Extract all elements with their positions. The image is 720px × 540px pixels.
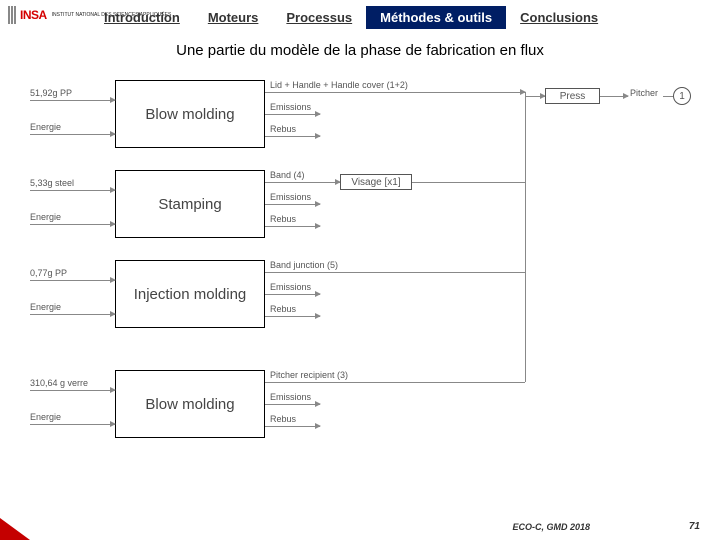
p4-output3: Rebus <box>270 414 296 424</box>
p1-output3: Rebus <box>270 124 296 134</box>
tab-moteurs[interactable]: Moteurs <box>194 7 273 28</box>
p3-input2: Energie <box>30 302 61 312</box>
process-blow-molding-1: Blow molding <box>115 80 265 148</box>
p2-input2: Energie <box>30 212 61 222</box>
p1-output2: Emissions <box>270 102 311 112</box>
p3-output2: Emissions <box>270 282 311 292</box>
nav-tabs: Introduction Moteurs Processus Méthodes … <box>90 6 612 29</box>
p1-input2: Energie <box>30 122 61 132</box>
p2-output1: Band (4) <box>270 170 305 180</box>
corner-decoration <box>0 518 30 540</box>
p4-output1: Pitcher recipient (3) <box>270 370 348 380</box>
logo-text: INSA <box>20 8 47 22</box>
p2-output2: Emissions <box>270 192 311 202</box>
pitcher-label: Pitcher <box>630 88 658 98</box>
footer-page-number: 71 <box>689 521 700 532</box>
p1-input1: 51,92g PP <box>30 88 72 98</box>
p1-output1: Lid + Handle + Handle cover (1+2) <box>270 80 408 90</box>
logo-bars-icon <box>8 6 16 24</box>
p4-input1: 310,64 g verre <box>30 378 88 388</box>
tab-introduction[interactable]: Introduction <box>90 7 194 28</box>
p2-input1: 5,33g steel <box>30 178 74 188</box>
flow-diagram: Blow molding 51,92g PP Energie Lid + Han… <box>30 70 690 490</box>
p3-input1: 0,77g PP <box>30 268 67 278</box>
tab-processus[interactable]: Processus <box>272 7 366 28</box>
tab-conclusions[interactable]: Conclusions <box>506 7 612 28</box>
process-stamping: Stamping <box>115 170 265 238</box>
p3-output1: Band junction (5) <box>270 260 338 270</box>
visage-box: Visage [x1] <box>340 174 412 190</box>
tab-methodes-outils[interactable]: Méthodes & outils <box>366 6 506 29</box>
p3-output3: Rebus <box>270 304 296 314</box>
process-injection-molding: Injection molding <box>115 260 265 328</box>
p4-input2: Energie <box>30 412 61 422</box>
process-blow-molding-2: Blow molding <box>115 370 265 438</box>
circle-1: 1 <box>673 87 691 105</box>
slide-subtitle: Une partie du modèle de la phase de fabr… <box>0 42 720 59</box>
p2-output3: Rebus <box>270 214 296 224</box>
p4-output2: Emissions <box>270 392 311 402</box>
footer-conference: ECO-C, GMD 2018 <box>512 522 590 532</box>
press-box: Press <box>545 88 600 104</box>
